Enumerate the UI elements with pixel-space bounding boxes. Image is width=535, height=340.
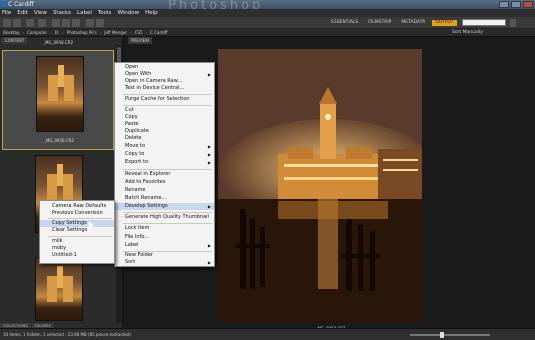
menu-item-open-camera-raw[interactable]: Open in Camera Raw...	[115, 78, 214, 85]
menu-item-develop-settings[interactable]: Develop Settings ▶	[115, 203, 214, 210]
crumb-photoshop-pics[interactable]: Photoshop Pics	[67, 30, 97, 36]
thumbnail-selected[interactable]: _MG_0958.CR2	[2, 50, 114, 150]
submenu-arrow-icon: ▶	[207, 72, 211, 77]
workspace-metadata[interactable]: METADATA	[398, 20, 428, 26]
crumb-jeff-menger[interactable]: Jeff Menger	[104, 30, 127, 36]
submenu-preset-moby[interactable]: moby	[40, 245, 114, 252]
boomerang-icon[interactable]	[38, 19, 46, 27]
crumb-computer[interactable]: Computer	[27, 30, 47, 36]
menu-item-copy[interactable]: Copy	[115, 114, 214, 121]
close-button[interactable]	[523, 1, 533, 8]
submenu-clear-settings[interactable]: Clear Settings	[40, 227, 114, 234]
workspace-essentials[interactable]: ESSENTIALS	[328, 20, 361, 26]
status-bar: 10 items, 1 hidden, 1 selected - 23.98 M…	[0, 328, 535, 340]
minimize-button[interactable]	[499, 1, 509, 8]
preview-image	[218, 49, 422, 322]
cardiff-bay-night-photo	[218, 49, 422, 322]
menu-item-generate-thumbnail[interactable]: Generate High Quality Thumbnail	[115, 214, 214, 221]
toolbar: ESSENTIALS FILMSTRIP METADATA OUTPUT	[0, 17, 535, 29]
develop-settings-submenu: Camera Raw Defaults Previous Conversion …	[39, 200, 115, 264]
rotate-left-icon[interactable]	[86, 19, 94, 27]
submenu-arrow-icon: ▶	[207, 144, 211, 149]
rotate-right-icon[interactable]	[96, 19, 104, 27]
crumb-drive[interactable]: D:	[55, 30, 59, 36]
maximize-button[interactable]	[511, 1, 521, 8]
menu-item-cut[interactable]: Cut	[115, 107, 214, 114]
submenu-arrow-icon: ▶	[207, 243, 211, 248]
menu-item-lock[interactable]: Lock Item	[115, 225, 214, 232]
crumb-desktop[interactable]: Desktop	[3, 30, 20, 36]
context-menu: Open Open With ▶ Open in Camera Raw... Te…	[114, 62, 215, 267]
submenu-arrow-icon: ▶	[207, 260, 211, 265]
menu-item-device-central[interactable]: Test in Device Central...	[115, 85, 214, 92]
thumbnail-size-slider[interactable]	[410, 334, 490, 336]
crumb-c-cardiff[interactable]: C Cardiff	[150, 30, 167, 36]
menu-item-delete[interactable]: Delete	[115, 135, 214, 142]
menu-item-duplicate[interactable]: Duplicate	[115, 128, 214, 135]
menu-item-paste[interactable]: Paste	[115, 121, 214, 128]
submenu-arrow-icon: ▶	[207, 152, 211, 157]
submenu-camera-raw-defaults[interactable]: Camera Raw Defaults	[40, 203, 114, 210]
menu-stacks[interactable]: Stacks	[53, 9, 71, 17]
search-icon[interactable]	[510, 19, 516, 27]
menu-item-batch-rename[interactable]: Batch Rename...	[115, 195, 214, 202]
menu-help[interactable]: Help	[145, 9, 158, 17]
menu-edit[interactable]: Edit	[17, 9, 28, 17]
submenu-preset-untitled[interactable]: Untitled-1	[40, 252, 114, 259]
menu-view[interactable]: View	[34, 9, 47, 17]
menu-item-file-info[interactable]: File Info...	[115, 234, 214, 241]
menu-item-export-to[interactable]: Export to ▶	[115, 159, 214, 166]
slider-handle[interactable]	[440, 332, 444, 338]
submenu-arrow-icon: ▶	[207, 204, 211, 209]
status-text: 10 items, 1 hidden, 1 selected - 23.98 M…	[3, 332, 131, 337]
tab-preview[interactable]: PREVIEW	[128, 37, 153, 44]
menu-item-open-with[interactable]: Open With ▶	[115, 71, 214, 78]
workspace-output[interactable]: OUTPUT	[432, 20, 457, 26]
submenu-previous-conversion[interactable]: Previous Conversion	[40, 210, 114, 217]
menu-item-open[interactable]: Open	[115, 64, 214, 71]
forward-icon[interactable]	[13, 19, 21, 27]
breadcrumb: Desktop › Computer › D: › Photoshop Pics › J…	[3, 30, 168, 36]
window-controls	[499, 1, 533, 8]
menu-item-reveal[interactable]: Reveal in Explorer	[115, 171, 214, 178]
workspace-switcher: ESSENTIALS FILMSTRIP METADATA OUTPUT	[328, 20, 457, 26]
menu-label[interactable]: Label	[77, 9, 92, 17]
refine-icon[interactable]	[62, 19, 70, 27]
menu-tools[interactable]: Tools	[98, 9, 112, 17]
menu-window[interactable]: Window	[117, 9, 139, 17]
menu-item-purge-cache[interactable]: Purge Cache for Selection	[115, 96, 214, 103]
title-bar: C Cardiff Photoshop	[0, 0, 535, 13]
bridge-app-icon	[1, 1, 7, 7]
open-in-camera-raw-icon[interactable]	[72, 19, 80, 27]
sort-dropdown[interactable]: Sort Manually	[452, 30, 483, 36]
submenu-copy-settings[interactable]: Copy Settings	[40, 220, 114, 227]
crumb-cs5[interactable]: CS5	[135, 30, 143, 36]
menu-item-copy-to[interactable]: Copy to ▶	[115, 151, 214, 158]
menu-item-move-to[interactable]: Move to ▶	[115, 143, 214, 150]
camera-download-icon[interactable]	[52, 19, 60, 27]
menu-bar: File Edit View Stacks Label Tools Window…	[0, 9, 535, 17]
thumbnail-cell[interactable]	[2, 255, 114, 325]
window-title: C Cardiff	[8, 1, 34, 8]
recent-folders-icon[interactable]	[26, 19, 34, 27]
menu-item-new-folder[interactable]: New Folder	[115, 252, 214, 259]
submenu-arrow-icon: ▶	[207, 160, 211, 165]
thumbnail-label: _MG_0958.CR2	[43, 138, 75, 143]
content-panel: CONTENT _MG_0958.CR2 _MG_0958.CR2	[0, 37, 124, 328]
menu-item-add-favorites[interactable]: Add to Favorites	[115, 179, 214, 186]
menu-item-rename[interactable]: Rename	[115, 187, 214, 194]
menu-item-sort[interactable]: Sort ▶	[115, 259, 214, 266]
path-bar: Desktop › Computer › D: › Photoshop Pics › J…	[0, 29, 535, 37]
submenu-preset-milk[interactable]: milk	[40, 238, 114, 245]
thumbnail-image	[35, 257, 83, 321]
thumbnail-image	[36, 56, 84, 132]
back-icon[interactable]	[3, 19, 11, 27]
menu-item-label[interactable]: Label ▶	[115, 242, 214, 249]
search-input[interactable]	[462, 19, 506, 26]
menu-file[interactable]: File	[2, 9, 11, 17]
workspace-filmstrip[interactable]: FILMSTRIP	[365, 20, 394, 26]
thumb-label-top: _MG_0958.CR2	[42, 40, 74, 45]
